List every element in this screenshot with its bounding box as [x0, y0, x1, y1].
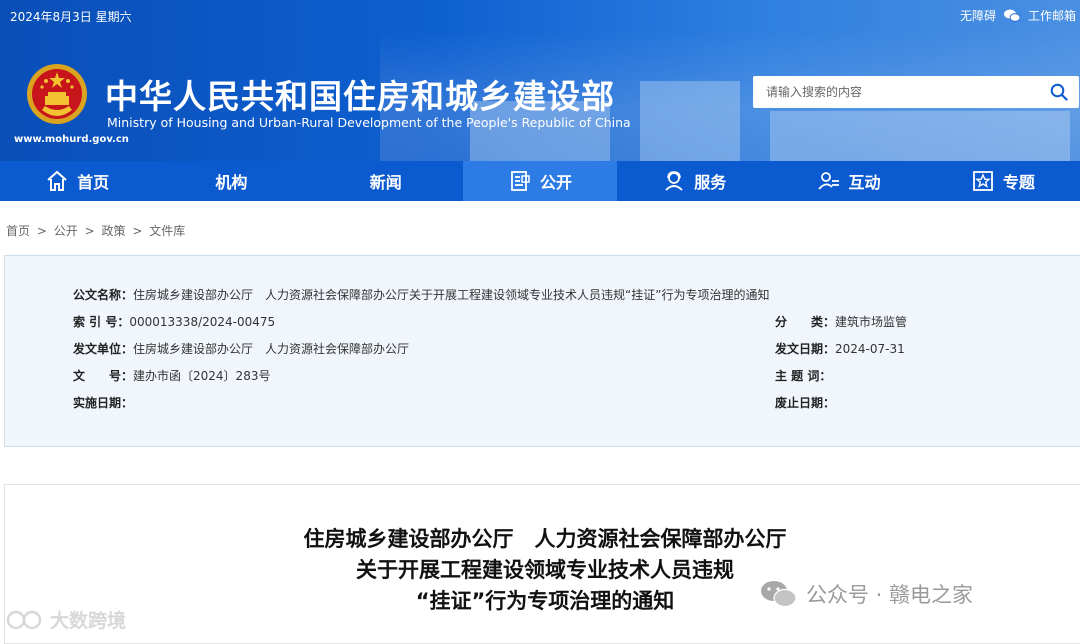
nav-label: 公开: [539, 173, 572, 192]
info-label: 发文日期：: [775, 342, 836, 356]
national-emblem-logo[interactable]: [24, 62, 90, 126]
info-label: 索 引 号：: [73, 315, 130, 329]
breadcrumb-separator: >: [84, 224, 95, 238]
breadcrumb-library[interactable]: 文件库: [149, 224, 185, 238]
top-bar: 2024年8月3日 星期六 无障碍 工作邮箱: [0, 0, 1080, 30]
home-icon: [47, 170, 67, 191]
watermark-left: 大数跨境: [6, 606, 126, 633]
watermark-right-text: 公众号 · 赣电之家: [806, 583, 974, 607]
document-info-box: 公文名称：住房城乡建设部办公厅 人力资源社会保障部办公厅关于开展工程建设领域专业…: [4, 255, 1080, 447]
current-date: 2024年8月3日 星期六: [10, 10, 132, 24]
header-building-shape: [640, 81, 740, 161]
info-keywords: 主 题 词：: [775, 367, 831, 384]
info-category: 分 类：建筑市场监管: [775, 313, 907, 330]
watermark-right: 公众号 · 赣电之家: [760, 579, 973, 609]
document-icon: [511, 171, 530, 191]
nav-label: 专题: [1002, 173, 1035, 192]
info-label: 主 题 词：: [775, 369, 832, 383]
search-input[interactable]: [753, 77, 1039, 107]
watermark-logo-icon: [6, 610, 42, 629]
info-doc-number: 文 号：建办市函〔2024〕283号: [73, 367, 270, 384]
info-value: 建筑市场监管: [835, 315, 908, 329]
nav-home[interactable]: 首页: [0, 161, 154, 201]
nav-interaction[interactable]: 互动: [771, 161, 925, 201]
main-nav: 首页 机构 新闻 公开 服务 互动 专题: [0, 161, 1080, 201]
breadcrumb-separator: >: [36, 224, 47, 238]
breadcrumb-home[interactable]: 首页: [6, 224, 30, 238]
site-url: www.mohurd.gov.cn: [14, 134, 129, 145]
info-doc-name: 公文名称：住房城乡建设部办公厅 人力资源社会保障部办公厅关于开展工程建设领域专业…: [73, 286, 769, 303]
watermark-left-text: 大数跨境: [50, 610, 127, 632]
info-value: 住房城乡建设部办公厅 人力资源社会保障部办公厅关于开展工程建设领域专业技术人员违…: [133, 288, 770, 302]
info-effective-date: 实施日期：: [73, 394, 133, 411]
breadcrumb-public[interactable]: 公开: [54, 224, 78, 238]
info-label: 废止日期：: [775, 396, 836, 410]
site-title[interactable]: 中华人民共和国住房和城乡建设部: [105, 70, 615, 118]
wechat-icon: [761, 581, 797, 608]
article-body: 住房城乡建设部办公厅 人力资源社会保障部办公厅 关于开展工程建设领域专业技术人员…: [4, 484, 1080, 644]
breadcrumb: 首页 > 公开 > 政策 > 文件库: [6, 222, 188, 239]
info-value: 2024-07-31: [835, 342, 905, 356]
site-english-subtitle: Ministry of Housing and Urban-Rural Deve…: [107, 115, 631, 130]
nav-label: 服务: [694, 173, 727, 192]
nav-label: 互动: [848, 173, 881, 192]
info-label: 公文名称：: [73, 288, 134, 302]
nav-news[interactable]: 新闻: [309, 161, 463, 201]
site-header: 2024年8月3日 星期六 无障碍 工作邮箱 中华人民共和国住房和城乡建设部 M…: [0, 0, 1080, 161]
info-label: 文 号：: [73, 369, 134, 383]
work-mailbox-link[interactable]: 工作邮箱: [1028, 7, 1076, 24]
info-value: 住房城乡建设部办公厅 人力资源社会保障部办公厅: [133, 342, 410, 356]
search-button[interactable]: [1039, 76, 1079, 108]
info-value: 000013338/2024-00475: [129, 315, 276, 329]
star-icon: [972, 171, 993, 191]
user-service-icon: [665, 171, 683, 191]
nav-label: 机构: [215, 173, 248, 192]
nav-label: 首页: [77, 173, 110, 192]
info-value: 建办市函〔2024〕283号: [133, 369, 271, 383]
interaction-icon: [817, 172, 839, 190]
wechat-icon[interactable]: [1003, 9, 1020, 22]
nav-public[interactable]: 公开: [462, 161, 618, 201]
article-title-line-1: 住房城乡建设部办公厅 人力资源社会保障部办公厅: [303, 527, 787, 551]
top-bar-links: 无障碍 工作邮箱: [960, 7, 1076, 24]
search-icon: [1050, 83, 1068, 101]
info-label: 实施日期：: [73, 396, 134, 410]
breadcrumb-separator: >: [132, 224, 143, 238]
accessibility-link[interactable]: 无障碍: [960, 7, 996, 24]
info-label: 分 类：: [775, 315, 836, 329]
breadcrumb-policy[interactable]: 政策: [101, 224, 125, 238]
info-issue-date: 发文日期：2024-07-31: [775, 340, 905, 357]
search-box: [753, 76, 1079, 108]
info-repeal-date: 废止日期：: [775, 394, 835, 411]
nav-topics[interactable]: 专题: [926, 161, 1080, 201]
info-issuer: 发文单位：住房城乡建设部办公厅 人力资源社会保障部办公厅: [73, 340, 409, 357]
nav-institutions[interactable]: 机构: [154, 161, 308, 201]
info-label: 发文单位：: [73, 342, 134, 356]
nav-services[interactable]: 服务: [617, 161, 771, 201]
nav-label: 新闻: [369, 173, 402, 192]
info-index: 索 引 号：000013338/2024-00475: [73, 313, 275, 330]
header-building-shape: [770, 111, 1070, 161]
